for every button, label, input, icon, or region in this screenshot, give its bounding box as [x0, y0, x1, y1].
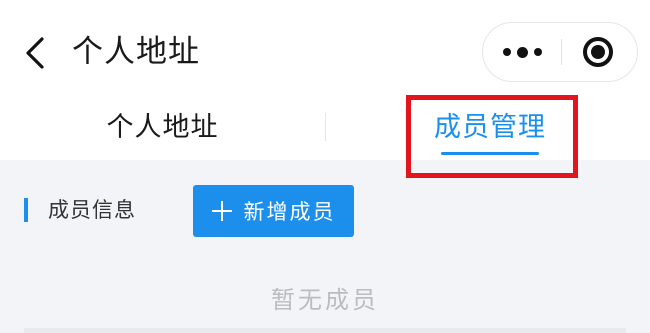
empty-state-text: 暂无成员 — [271, 286, 379, 314]
bottom-divider — [24, 328, 626, 333]
more-dots-icon[interactable] — [483, 23, 561, 81]
annotation-highlight-box — [406, 95, 578, 178]
chevron-left-icon[interactable] — [22, 36, 50, 70]
section-title: 成员信息 — [48, 198, 136, 222]
add-member-label: 新增成员 — [243, 200, 336, 224]
tab-personal-address[interactable]: 个人地址 — [0, 105, 325, 150]
page-title: 个人地址 — [72, 34, 200, 70]
plus-icon — [211, 201, 232, 221]
nav-header: 个人地址 — [0, 0, 650, 105]
mini-program-capsule — [482, 22, 638, 82]
target-close-icon[interactable] — [583, 37, 613, 67]
add-member-button[interactable]: 新增成员 — [193, 185, 354, 237]
capsule-divider — [561, 39, 562, 65]
tab-divider — [325, 113, 326, 141]
section-accent-bar — [24, 198, 28, 222]
